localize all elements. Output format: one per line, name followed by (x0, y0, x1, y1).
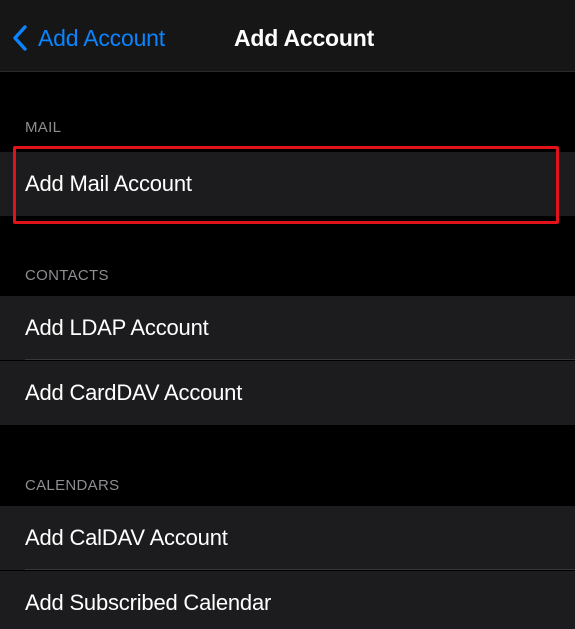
section-header-calendars: CALENDARS (25, 477, 120, 494)
back-button[interactable]: Add Account (10, 18, 165, 58)
back-button-label: Add Account (38, 24, 165, 51)
cell-label: Add LDAP Account (25, 315, 209, 340)
cell-label: Add CalDAV Account (25, 525, 228, 550)
separator (25, 569, 575, 570)
cell-label: Add Subscribed Calendar (25, 590, 272, 615)
add-carddav-account-cell[interactable]: Add CardDAV Account (0, 361, 575, 425)
add-subscribed-calendar-cell[interactable]: Add Subscribed Calendar (0, 571, 575, 629)
cell-label: Add CardDAV Account (25, 380, 243, 405)
page-title: Add Account (234, 25, 375, 51)
add-account-screen: Add Account Add Account MAIL Add Mail Ac… (0, 0, 575, 629)
add-ldap-account-cell[interactable]: Add LDAP Account (0, 296, 575, 360)
section-header-contacts: CONTACTS (25, 267, 109, 284)
add-caldav-account-cell[interactable]: Add CalDAV Account (0, 506, 575, 570)
chevron-left-icon (10, 18, 32, 58)
separator (25, 359, 575, 360)
navigation-bar: Add Account Add Account (0, 0, 575, 72)
add-mail-account-cell[interactable]: Add Mail Account (0, 152, 575, 216)
section-header-mail: MAIL (25, 119, 62, 136)
cell-label: Add Mail Account (25, 171, 192, 196)
